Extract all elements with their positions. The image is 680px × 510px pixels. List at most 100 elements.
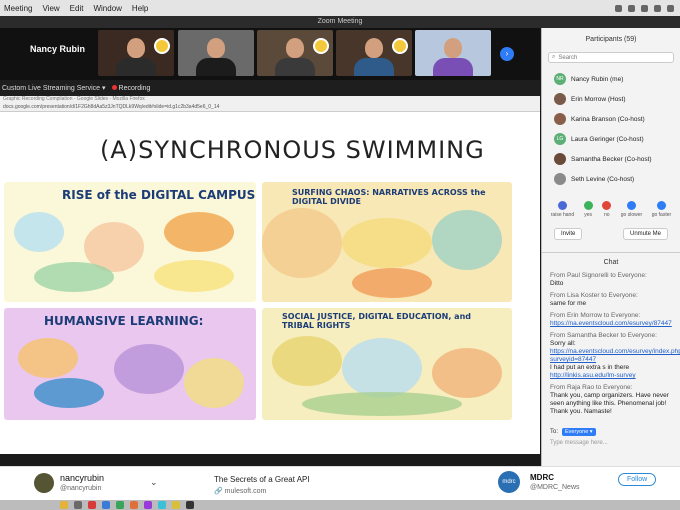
participant-row[interactable]: LG Laura Geringer (Co-host) (542, 129, 680, 149)
status-icon[interactable] (641, 4, 648, 12)
dock-app-icon[interactable] (172, 501, 180, 509)
chat-text: Ditto (550, 280, 564, 287)
chat-text: I had put an extra s in there (550, 364, 630, 371)
participant-head (286, 38, 304, 58)
slide-title: (A)SYNCHRONOUS SWIMMING (100, 136, 485, 164)
participants-panel: Participants (59) ⌕ Search NR Nancy Rubin… (541, 28, 680, 468)
avatar[interactable] (34, 473, 54, 493)
status-icon[interactable] (628, 4, 635, 12)
wifi-icon[interactable] (654, 4, 661, 12)
browser-url[interactable]: docs.google.com/presentation/d/1F2Gh8dAa… (0, 103, 540, 111)
no-button[interactable]: no (602, 201, 612, 218)
dock-app-icon[interactable] (88, 501, 96, 509)
shared-screen: Graphic Recording Compilation - Google S… (0, 96, 540, 454)
video-tile[interactable] (98, 30, 174, 76)
sketch-shape (18, 338, 78, 378)
dock-app-icon[interactable] (102, 501, 110, 509)
nonverbal-feedback-bar: raise hand yes no go slower go faster (542, 201, 680, 218)
chat-sender: From Paul Signorelli to Everyone: (550, 272, 647, 279)
recipient-select[interactable]: Everyone ▾ (562, 428, 596, 436)
participant-body (196, 58, 236, 76)
dock-app-icon[interactable] (74, 501, 82, 509)
raise-hand-button[interactable]: raise hand (551, 201, 574, 218)
menu-edit[interactable]: Edit (70, 4, 84, 13)
dock-app-icon[interactable] (130, 501, 138, 509)
participant-row[interactable]: Samantha Becker (Co-host) (542, 149, 680, 169)
dock-app-icon[interactable] (116, 501, 124, 509)
menu-meeting[interactable]: Meeting (4, 4, 32, 13)
participant-row[interactable]: NR Nancy Rubin (me) (542, 69, 680, 89)
unmute-me-button[interactable]: Unmute Me (622, 228, 668, 240)
menu-window[interactable]: Window (93, 4, 121, 13)
hand-icon (557, 201, 567, 210)
streaming-bar: Custom Live Streaming Service ▾ Recordin… (0, 80, 540, 96)
sketch-shape (154, 260, 234, 292)
next-page-button[interactable]: › (500, 47, 514, 61)
yes-button[interactable]: yes (583, 201, 593, 218)
participant-search-input[interactable]: ⌕ Search (548, 52, 674, 63)
sketch-shape (342, 338, 422, 398)
mac-dock (0, 500, 680, 510)
dock-app-icon[interactable] (60, 501, 68, 509)
chat-link[interactable]: http://linkis.asu.edu/lm-survey (550, 372, 636, 379)
video-tile[interactable] (336, 30, 412, 76)
status-icon[interactable] (615, 4, 622, 12)
participant-body (116, 58, 156, 76)
check-icon (583, 201, 593, 210)
dock-app-icon[interactable] (186, 501, 194, 509)
participant-head (207, 38, 225, 58)
participant-name: Nancy Rubin (me) (571, 75, 624, 83)
participant-name: Samantha Becker (Co-host) (571, 155, 652, 163)
chevron-down-icon[interactable]: ⌄ (150, 477, 158, 488)
go-slower-button[interactable]: go slower (621, 201, 642, 218)
sketch-shape (114, 344, 184, 394)
panel-title: SURFING CHAOS: NARRATIVES ACROSS the DIG… (292, 188, 486, 206)
control-label: raise hand (550, 212, 575, 218)
avatar (554, 173, 566, 185)
chat-link[interactable]: https://na.eventscloud.com/esurvey/87447 (550, 320, 672, 327)
chat-input[interactable]: Type message here... (550, 440, 608, 446)
participant-head (444, 38, 462, 58)
participant-name: Erin Morrow (Host) (571, 95, 626, 103)
ad-title[interactable]: The Secrets of a Great API (214, 475, 310, 484)
recipient-value: Everyone (565, 429, 589, 435)
search-icon: ⌕ (552, 54, 556, 60)
recording-indicator: Recording (111, 84, 150, 92)
chat-message: From Erin Morrow to Everyone: https://na.… (550, 312, 672, 328)
video-tile[interactable] (415, 30, 491, 76)
menu-help[interactable]: Help (132, 4, 148, 13)
participant-body (433, 58, 473, 76)
sketch-shape (262, 208, 342, 278)
menu-view[interactable]: View (42, 4, 59, 13)
chat-sender: From Samantha Becker to Everyone: (550, 332, 657, 339)
org-logo[interactable]: mdrc (498, 471, 520, 493)
go-faster-button[interactable]: go faster (652, 201, 671, 218)
slide-panel: SOCIAL JUSTICE, DIGITAL EDUCATION, and T… (262, 308, 512, 420)
participant-name: Seth Levine (Co-host) (571, 175, 635, 183)
org-name[interactable]: MDRC (530, 473, 554, 482)
stream-service-menu[interactable]: Custom Live Streaming Service ▾ (2, 84, 106, 92)
follow-button[interactable]: Follow (618, 473, 657, 486)
chat-text: same for me (550, 300, 587, 307)
chat-link[interactable]: https://na.eventscloud.com/esurvey/index… (550, 348, 680, 363)
participant-row[interactable]: Erin Morrow (Host) (542, 89, 680, 109)
twitter-user-name[interactable]: nancyrubin (60, 473, 104, 483)
invite-button[interactable]: Invite (554, 228, 583, 240)
sketch-shape (164, 212, 234, 252)
control-label: yes (584, 212, 593, 218)
slide-panel: SURFING CHAOS: NARRATIVES ACROSS the DIG… (262, 182, 512, 302)
participant-row[interactable]: Karina Branson (Co-host) (542, 109, 680, 129)
video-tile[interactable] (178, 30, 254, 76)
dock-app-icon[interactable] (158, 501, 166, 509)
control-label: go slower (620, 212, 643, 218)
battery-icon[interactable] (667, 4, 674, 12)
camp-badge-icon (392, 38, 408, 54)
x-icon (602, 201, 612, 210)
participant-actions: Invite Unmute Me (542, 228, 680, 240)
sketch-shape (352, 268, 432, 298)
participant-row[interactable]: Seth Levine (Co-host) (542, 169, 680, 189)
dock-app-icon[interactable] (144, 501, 152, 509)
participant-body (275, 58, 315, 76)
ad-source-label: mulesoft.com (224, 488, 267, 495)
video-tile[interactable] (257, 30, 333, 76)
